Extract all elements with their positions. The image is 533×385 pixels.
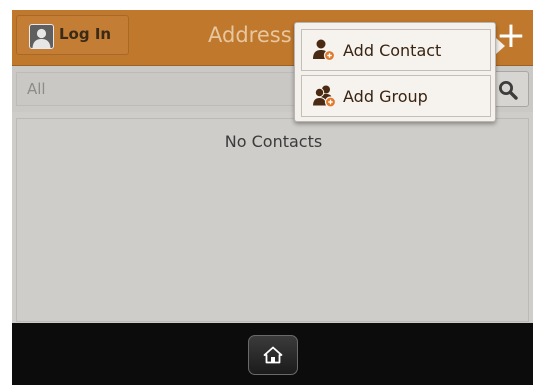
menu-item-add-contact[interactable]: Add Contact: [301, 29, 491, 71]
search-icon: [499, 81, 518, 100]
person-add-icon: [313, 39, 336, 62]
home-icon: [263, 346, 283, 364]
address-book-screen: Log In Address + No Contacts: [12, 10, 533, 385]
group-add-icon: [312, 85, 337, 108]
bottom-bar: [12, 323, 533, 385]
login-label: Log In: [59, 25, 112, 43]
login-button[interactable]: Log In: [16, 15, 129, 55]
contact-list: No Contacts: [16, 118, 529, 322]
add-menu-popup: Add Contact Add Group: [294, 22, 496, 122]
menu-item-label: Add Group: [343, 87, 428, 106]
home-button[interactable]: [248, 335, 298, 375]
user-avatar-icon: [29, 24, 54, 49]
empty-message: No Contacts: [224, 132, 323, 151]
popup-pointer: [496, 38, 505, 54]
menu-item-add-group[interactable]: Add Group: [301, 75, 491, 117]
menu-item-label: Add Contact: [343, 41, 442, 60]
